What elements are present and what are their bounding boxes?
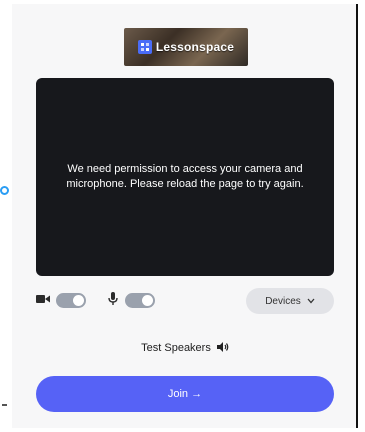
chevron-down-icon xyxy=(307,296,315,307)
permission-message: We need permission to access your camera… xyxy=(66,163,304,190)
camera-toggle-knob xyxy=(73,295,84,306)
media-controls: Devices xyxy=(36,288,334,314)
camera-toggle[interactable] xyxy=(56,293,86,308)
page: Lessonspace We need permission to access… xyxy=(0,0,365,432)
camera-icon xyxy=(36,294,50,304)
brand-name: Lessonspace xyxy=(155,40,235,54)
microphone-toggle-knob xyxy=(142,295,153,306)
side-tick xyxy=(2,404,7,406)
test-speakers-label: Test Speakers xyxy=(141,342,211,354)
microphone-icon xyxy=(108,292,118,306)
devices-button[interactable]: Devices xyxy=(246,288,334,314)
test-speakers-button[interactable]: Test Speakers xyxy=(36,340,334,356)
join-panel: Lessonspace We need permission to access… xyxy=(12,4,358,428)
video-preview: We need permission to access your camera… xyxy=(36,78,334,276)
devices-label: Devices xyxy=(265,295,301,307)
lessonspace-logo-icon xyxy=(137,40,152,54)
join-button[interactable]: Join → xyxy=(36,376,334,412)
brand-logo: Lessonspace xyxy=(124,28,248,66)
speaker-icon xyxy=(216,341,229,355)
microphone-toggle[interactable] xyxy=(125,293,155,308)
side-indicator-icon xyxy=(0,186,9,195)
